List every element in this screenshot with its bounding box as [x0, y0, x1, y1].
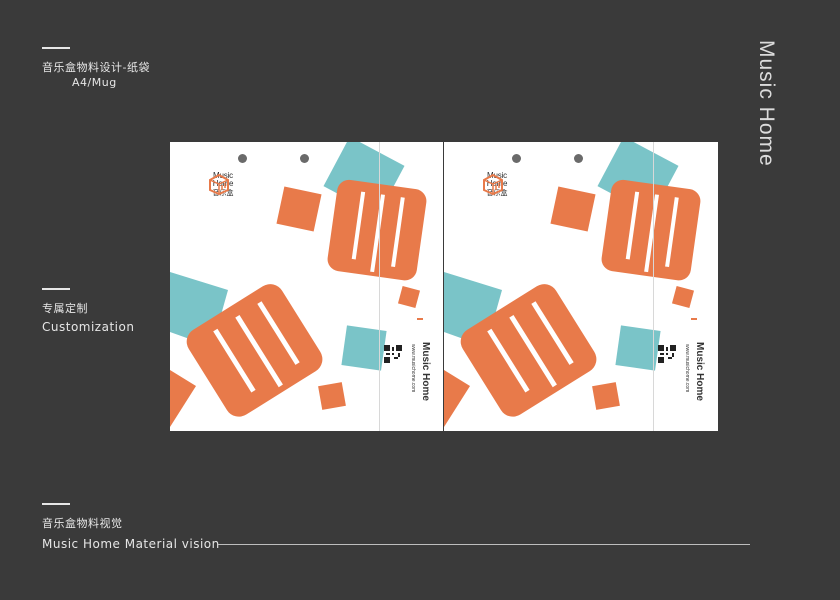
side-url: www.musichome.com	[410, 344, 416, 393]
section2-dash	[42, 503, 70, 505]
orange-square-lower	[318, 382, 346, 410]
qr-code-icon	[658, 345, 676, 363]
side-brand: Music Home	[420, 342, 431, 401]
section1-title-en: Customization	[42, 320, 135, 334]
bag-fold-line	[379, 142, 380, 431]
orange-square-small	[276, 186, 322, 232]
piano-block-top	[327, 179, 427, 281]
orange-square-tiny	[397, 285, 421, 309]
bag-logo: Music Home 音乐盒	[480, 172, 514, 198]
section1-dash	[42, 288, 70, 290]
bag-hole-2	[300, 154, 309, 163]
orange-triangle	[444, 370, 470, 427]
orange-square-tiny	[671, 285, 695, 309]
qr-code-icon	[384, 345, 402, 363]
paper-bag-right: Music Home 音乐盒 Music Home www.musichome.…	[444, 142, 718, 431]
bag-logo: Music Home 音乐盒	[206, 172, 240, 198]
side-brand: Music Home	[694, 342, 705, 401]
header-dash	[42, 47, 70, 49]
bag-hole-2	[574, 154, 583, 163]
section1-title-cn: 专属定制	[42, 302, 88, 315]
side-accent-tick	[417, 318, 423, 320]
paper-bag-left: Music Home 音乐盒 Music Home www.musichome.…	[170, 142, 443, 431]
bag-fold-line	[653, 142, 654, 431]
music-box-icon	[209, 173, 229, 196]
section2-title-cn: 音乐盒物料视觉	[42, 517, 123, 530]
vertical-title: Music Home	[755, 40, 778, 167]
bag-hole-1	[238, 154, 247, 163]
music-box-icon	[483, 173, 503, 196]
bag-hole-1	[512, 154, 521, 163]
orange-square-lower	[592, 382, 620, 410]
side-accent-tick	[691, 318, 697, 320]
footer-rule	[218, 544, 750, 545]
header-title: 音乐盒物料设计-纸袋	[42, 61, 150, 74]
orange-triangle	[170, 370, 196, 427]
header-subtitle: A4/Mug	[72, 76, 117, 89]
side-url: www.musichome.com	[684, 344, 690, 393]
piano-block-top	[601, 179, 701, 281]
section2-title-en: Music Home Material vision	[42, 537, 220, 551]
orange-square-small	[550, 186, 596, 232]
